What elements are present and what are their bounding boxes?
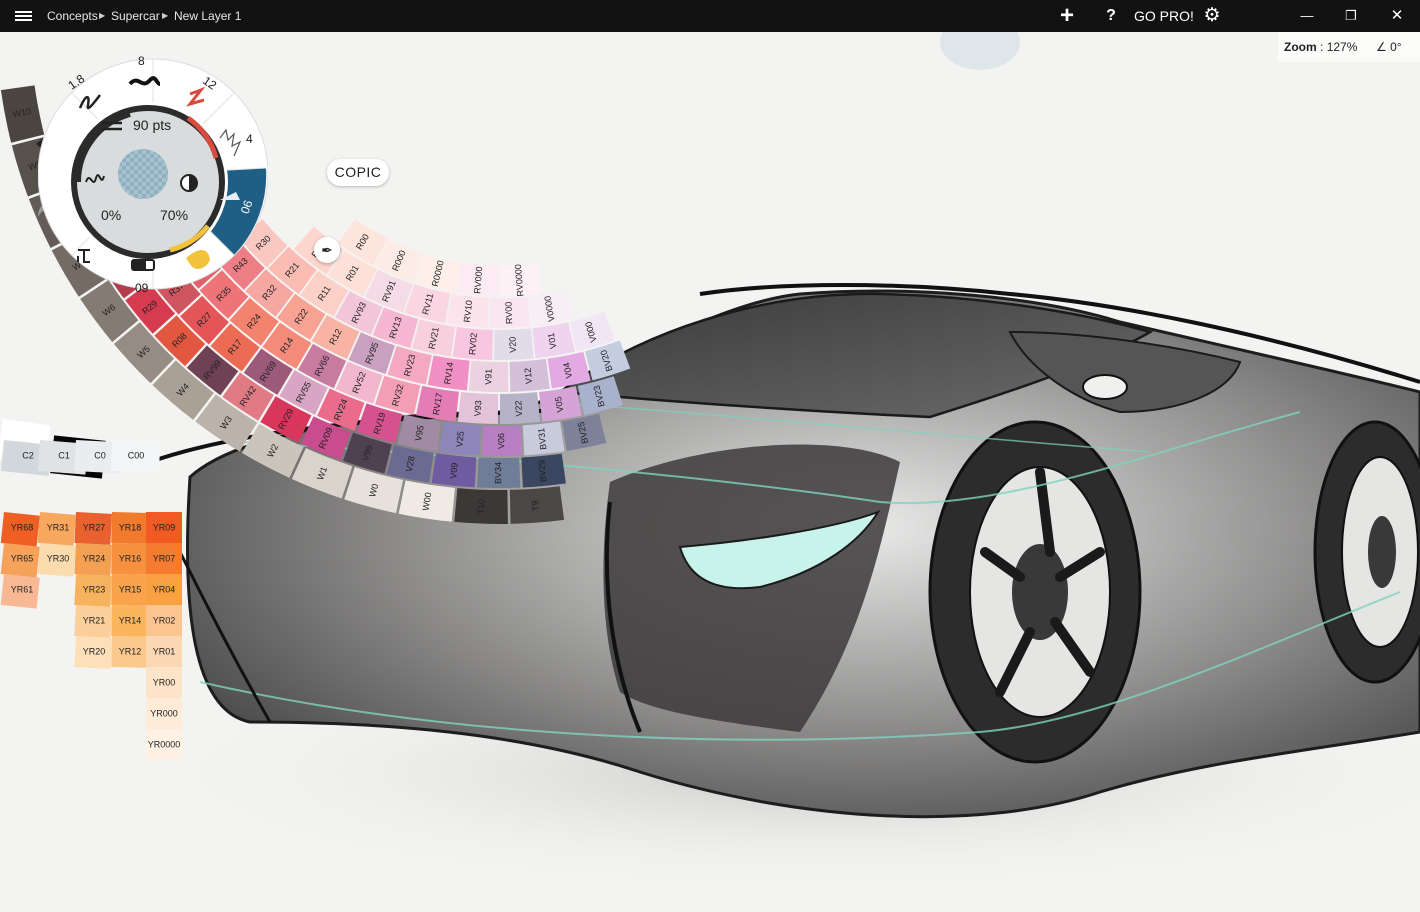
- chevron-right-icon: ▶: [162, 11, 169, 20]
- close-icon[interactable]: ✕: [1388, 0, 1406, 32]
- smoothing-value[interactable]: 70%: [160, 207, 188, 223]
- zoom-label: Zoom: [1284, 40, 1317, 54]
- opacity-value[interactable]: 0%: [101, 207, 121, 223]
- zoom-value: 127%: [1326, 40, 1358, 54]
- swatch-yr30[interactable]: [37, 542, 76, 577]
- swatch-yr09[interactable]: [146, 512, 182, 543]
- swatch-yr16[interactable]: [111, 543, 148, 575]
- swatch-rv00[interactable]: [489, 296, 531, 328]
- brush-size-value[interactable]: 90 pts: [133, 117, 171, 133]
- palette-name-button[interactable]: COPIC: [327, 159, 389, 186]
- swatch-v93[interactable]: [457, 391, 499, 424]
- swatch-v01[interactable]: [532, 322, 575, 359]
- rotation-readout: ∠ 0°: [1376, 40, 1402, 54]
- swatch-rv0000[interactable]: [500, 263, 542, 296]
- swatch-v05[interactable]: [539, 386, 582, 422]
- hamburger-menu-icon[interactable]: [10, 0, 36, 32]
- breadcrumb-layer[interactable]: New Layer 1: [174, 0, 241, 32]
- rotation-value: 0°: [1390, 40, 1402, 54]
- swatch-yr04[interactable]: [146, 574, 182, 605]
- help-button[interactable]: ?: [1103, 0, 1119, 32]
- swatch-yr0000[interactable]: [146, 729, 182, 760]
- swatch-rv02[interactable]: [452, 326, 493, 360]
- go-pro-button[interactable]: GO PRO!: [1134, 0, 1194, 32]
- swatch-bv29[interactable]: [521, 453, 566, 488]
- swatch-yr12[interactable]: [111, 636, 148, 668]
- title-bar: Concepts ▶ Supercar ▶ New Layer 1 + ? GO…: [0, 0, 1420, 32]
- swatch-v06[interactable]: [481, 425, 523, 456]
- swatch-v09[interactable]: [431, 453, 477, 488]
- swatch-yr31[interactable]: [37, 512, 76, 546]
- gear-icon[interactable]: ⚙: [1201, 0, 1223, 32]
- swatch-v91[interactable]: [468, 360, 509, 392]
- swatch-v20[interactable]: [494, 328, 534, 360]
- swatch-v12[interactable]: [509, 358, 550, 392]
- swatch-t9[interactable]: [509, 486, 565, 524]
- add-icon[interactable]: +: [1056, 0, 1078, 32]
- preset-size-4: 4: [246, 132, 253, 146]
- swatch-v22[interactable]: [500, 392, 541, 424]
- swatch-yr27[interactable]: [74, 512, 112, 545]
- restore-icon[interactable]: ❐: [1342, 0, 1360, 32]
- eyedropper-icon[interactable]: ✒: [314, 237, 340, 263]
- swatch-yr14[interactable]: [111, 605, 148, 637]
- swatch-rv14[interactable]: [427, 355, 470, 391]
- swatch-yr000[interactable]: [146, 698, 182, 729]
- swatch-rv10[interactable]: [446, 293, 489, 328]
- tool-wheel[interactable]: 1.8 8 12 4 09 06: [37, 50, 269, 298]
- minimize-icon[interactable]: —: [1298, 0, 1316, 32]
- swatch-yr68[interactable]: [0, 511, 40, 547]
- swatch-yr00[interactable]: [146, 667, 182, 698]
- breadcrumb-concepts[interactable]: Concepts: [47, 0, 98, 32]
- swatch-c00[interactable]: [111, 440, 160, 473]
- swatch-rv000[interactable]: [456, 262, 499, 296]
- preset-size-5: 09: [135, 281, 149, 295]
- swatch-bv34[interactable]: [477, 457, 521, 489]
- swatch-yr24[interactable]: [74, 543, 112, 576]
- zoom-readout[interactable]: Zoom : 127% ∠ 0°: [1278, 32, 1420, 62]
- swatch-rv17[interactable]: [416, 385, 459, 422]
- swatch-yr65[interactable]: [0, 543, 40, 578]
- swatch-yr07[interactable]: [146, 543, 182, 574]
- chevron-right-icon: ▶: [99, 11, 106, 20]
- swatch-yr02[interactable]: [146, 605, 182, 636]
- swatch-yr20[interactable]: [74, 636, 112, 669]
- swatch-bv31[interactable]: [522, 421, 565, 456]
- swatch-yr23[interactable]: [74, 574, 112, 607]
- breadcrumb-supercar[interactable]: Supercar: [111, 0, 160, 32]
- swatch-yr21[interactable]: [74, 604, 112, 638]
- swatch-t10[interactable]: [454, 488, 508, 524]
- preset-size-2: 8: [138, 54, 145, 68]
- swatch-yr18[interactable]: [111, 512, 148, 544]
- swatch-v25[interactable]: [439, 422, 481, 456]
- swatch-yr15[interactable]: [111, 574, 148, 606]
- swatch-yr61[interactable]: [0, 574, 40, 609]
- swatch-yr01[interactable]: [146, 636, 182, 667]
